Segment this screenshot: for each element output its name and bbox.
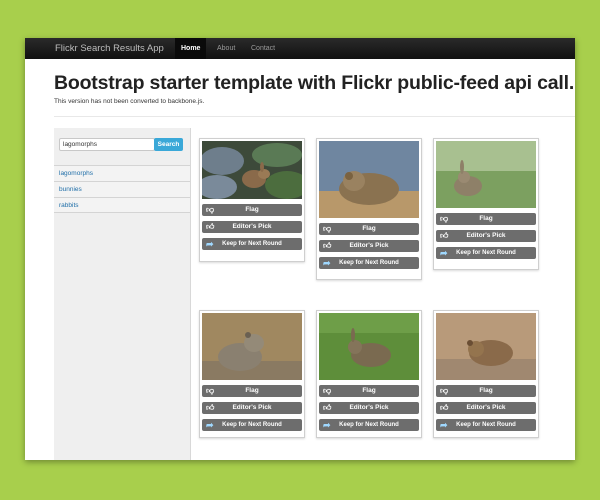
editors-pick-label: Editor's Pick <box>466 232 506 239</box>
keep-button[interactable]: ➦ Keep for Next Round <box>202 419 302 431</box>
editors-pick-button[interactable]: 👍︎ Editor's Pick <box>319 240 419 252</box>
flag-label: Flag <box>479 387 493 394</box>
curved-arrow-icon: ➦ <box>206 239 214 249</box>
thumbs-down-icon: 👎︎ <box>440 214 449 223</box>
curved-arrow-icon: ➦ <box>440 248 448 258</box>
curved-arrow-icon: ➦ <box>440 420 448 430</box>
header-divider <box>54 116 575 117</box>
flag-button[interactable]: 👎︎ Flag <box>319 223 419 235</box>
thumbs-down-icon: 👎︎ <box>206 386 215 395</box>
keep-label: Keep for Next Round <box>339 422 399 428</box>
app-brand[interactable]: Flickr Search Results App <box>55 38 164 59</box>
sidebar-link-rabbits[interactable]: rabbits <box>54 197 190 213</box>
curved-arrow-icon: ➦ <box>206 420 214 430</box>
photo-rabbit-in-moss[interactable] <box>202 141 302 199</box>
search-button[interactable]: Search <box>154 138 183 151</box>
curved-arrow-icon: ➦ <box>323 420 331 430</box>
photo-card: 👎︎ Flag 👍︎ Editor's Pick ➦ Keep for Next… <box>433 310 539 438</box>
editors-pick-label: Editor's Pick <box>349 242 389 249</box>
keep-label: Keep for Next Round <box>456 422 516 428</box>
thumbs-up-icon: 👍︎ <box>206 222 215 231</box>
flag-button[interactable]: 👎︎ Flag <box>202 385 302 397</box>
flag-label: Flag <box>362 387 376 394</box>
nav-contact[interactable]: Contact <box>245 38 281 59</box>
photo-card: 👎︎ Flag 👍︎ Editor's Pick ➦ Keep for Next… <box>433 138 539 270</box>
editors-pick-button[interactable]: 👍︎ Editor's Pick <box>202 221 302 233</box>
thumbs-down-icon: 👎︎ <box>440 386 449 395</box>
flag-label: Flag <box>245 206 259 213</box>
photo-pika-on-rock[interactable] <box>319 141 419 218</box>
flag-button[interactable]: 👎︎ Flag <box>319 385 419 397</box>
page-title: Bootstrap starter template with Flickr p… <box>54 72 575 94</box>
photo-card: 👎︎ Flag 👍︎ Editor's Pick ➦ Keep for Next… <box>316 310 422 438</box>
editors-pick-label: Editor's Pick <box>232 404 272 411</box>
editors-pick-label: Editor's Pick <box>466 404 506 411</box>
thumbs-up-icon: 👍︎ <box>440 403 449 412</box>
flag-label: Flag <box>479 215 493 222</box>
keep-label: Keep for Next Round <box>456 250 516 256</box>
keep-button[interactable]: ➦ Keep for Next Round <box>202 238 302 250</box>
thumbs-down-icon: 👎︎ <box>206 205 215 214</box>
page-subtitle: This version has not been converted to b… <box>54 98 205 105</box>
photo-pika-on-boulder[interactable] <box>436 313 536 380</box>
browser-window: Flickr Search Results App Home About Con… <box>25 38 575 460</box>
photo-card: 👎︎ Flag 👍︎ Editor's Pick ➦ Keep for Next… <box>199 138 305 262</box>
keep-label: Keep for Next Round <box>222 241 282 247</box>
sidebar-link-bunnies[interactable]: bunnies <box>54 181 190 197</box>
photo-pika-on-rock-2[interactable] <box>202 313 302 380</box>
flag-button[interactable]: 👎︎ Flag <box>436 385 536 397</box>
top-navbar: Flickr Search Results App Home About Con… <box>25 38 575 59</box>
editors-pick-button[interactable]: 👍︎ Editor's Pick <box>202 402 302 414</box>
thumbs-down-icon: 👎︎ <box>323 386 332 395</box>
flag-button[interactable]: 👎︎ Flag <box>436 213 536 225</box>
keep-button[interactable]: ➦ Keep for Next Round <box>436 419 536 431</box>
sidebar: Search lagomorphs bunnies rabbits <box>54 128 191 460</box>
flag-label: Flag <box>362 225 376 232</box>
flag-label: Flag <box>245 387 259 394</box>
sidebar-link-lagomorphs[interactable]: lagomorphs <box>54 165 190 181</box>
search-input[interactable] <box>59 138 155 151</box>
keep-label: Keep for Next Round <box>222 422 282 428</box>
thumbs-up-icon: 👍︎ <box>323 241 332 250</box>
keep-button[interactable]: ➦ Keep for Next Round <box>319 257 419 269</box>
thumbs-down-icon: 👎︎ <box>323 224 332 233</box>
editors-pick-button[interactable]: 👍︎ Editor's Pick <box>436 402 536 414</box>
photo-rabbit-on-lawn[interactable] <box>319 313 419 380</box>
editors-pick-label: Editor's Pick <box>232 223 272 230</box>
keep-label: Keep for Next Round <box>339 260 399 266</box>
thumbs-up-icon: 👍︎ <box>440 231 449 240</box>
editors-pick-button[interactable]: 👍︎ Editor's Pick <box>319 402 419 414</box>
curved-arrow-icon: ➦ <box>323 258 331 268</box>
keep-button[interactable]: ➦ Keep for Next Round <box>436 247 536 259</box>
photo-card: 👎︎ Flag 👍︎ Editor's Pick ➦ Keep for Next… <box>316 138 422 280</box>
thumbs-up-icon: 👍︎ <box>323 403 332 412</box>
editors-pick-button[interactable]: 👍︎ Editor's Pick <box>436 230 536 242</box>
flag-button[interactable]: 👎︎ Flag <box>202 204 302 216</box>
thumbs-up-icon: 👍︎ <box>206 403 215 412</box>
photo-card: 👎︎ Flag 👍︎ Editor's Pick ➦ Keep for Next… <box>199 310 305 438</box>
keep-button[interactable]: ➦ Keep for Next Round <box>319 419 419 431</box>
nav-about[interactable]: About <box>211 38 241 59</box>
nav-home[interactable]: Home <box>175 38 207 59</box>
photo-rabbit-in-grass[interactable] <box>436 141 536 208</box>
editors-pick-label: Editor's Pick <box>349 404 389 411</box>
